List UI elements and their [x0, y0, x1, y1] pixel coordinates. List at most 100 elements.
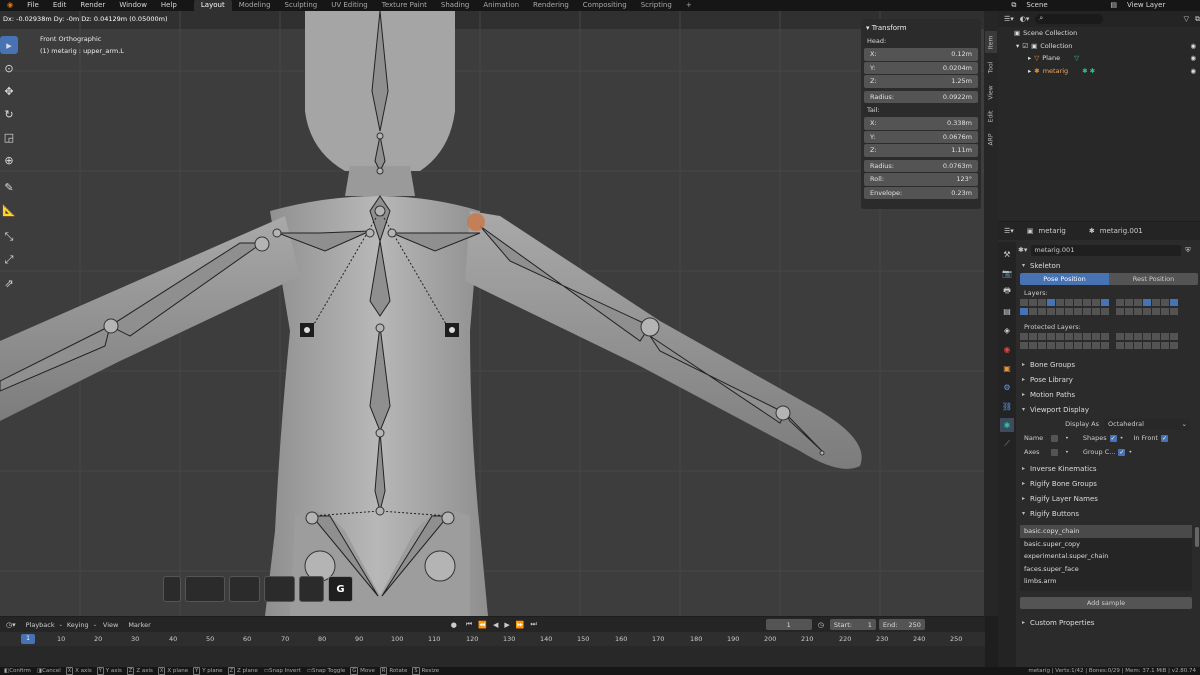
in-front-checkbox[interactable]: ✓ [1160, 434, 1168, 442]
outliner-metarig[interactable]: ▸ ✱ metarig ✱ ✱ ◉ [998, 65, 1200, 78]
move-tool-icon[interactable]: ✥ [0, 82, 18, 100]
tail-y-field[interactable]: Y: 0.0676m [864, 130, 978, 143]
expand-arrow-icon[interactable]: ▸ [1028, 54, 1031, 62]
workspace-tab-scripting[interactable]: Scripting [634, 0, 679, 11]
tool-tab-icon[interactable]: ⚒ [1000, 247, 1014, 261]
breadcrumb-data[interactable]: metarig.001 [1100, 227, 1143, 235]
render-tab-icon[interactable]: 📷 [1000, 266, 1014, 280]
tab-tool[interactable]: Tool [985, 56, 997, 78]
annotate-tool-icon[interactable]: ✎ [0, 178, 18, 196]
scale-tool-icon[interactable]: ◲ [0, 128, 18, 146]
extrude-tool-icon[interactable]: ⇗ [0, 274, 18, 292]
layers-grid[interactable] [1018, 299, 1200, 319]
workspace-tab-compositing[interactable]: Compositing [576, 0, 634, 11]
shapes-checkbox[interactable]: ✓ [1109, 434, 1117, 442]
outliner-search-field[interactable]: ⌕ [1035, 14, 1104, 24]
section-viewport-display[interactable]: ▾ Viewport Display [1018, 402, 1200, 417]
play-reverse-icon[interactable]: ◀ [490, 621, 501, 629]
current-frame-field[interactable]: 1 [765, 619, 812, 630]
rest-position-button[interactable]: Rest Position [1109, 273, 1198, 285]
playback-menu[interactable]: Playback [22, 621, 59, 629]
workspace-tab-layout[interactable]: Layout [193, 0, 232, 11]
next-keyframe-icon[interactable]: ⏩ [513, 621, 528, 629]
constraints-tab-icon[interactable]: ⛓ [1000, 399, 1014, 413]
visibility-eye-icon[interactable]: ◉ [1190, 67, 1200, 75]
view-layer-name[interactable]: View Layer [1120, 0, 1200, 11]
pose-position-button[interactable]: Pose Position [1020, 273, 1109, 285]
display-as-dropdown[interactable]: Octahedral ⌄ [1104, 418, 1190, 430]
bone-size-tool-icon[interactable]: ⤢ [0, 251, 18, 269]
tab-item[interactable]: Item [985, 31, 997, 53]
workspace-tab-shading[interactable]: Shading [434, 0, 476, 11]
head-radius-field[interactable]: Radius: 0.0922m [864, 90, 978, 103]
list-item[interactable]: faces.super_face [1020, 563, 1192, 576]
editor-type-icon[interactable]: ◷▾ [0, 621, 22, 629]
tail-x-field[interactable]: X: 0.338m [864, 117, 978, 130]
list-item[interactable]: limbs.arm [1020, 575, 1192, 588]
group-colors-checkbox[interactable]: ✓ [1118, 448, 1126, 456]
selected-joint[interactable] [467, 213, 485, 231]
menu-help[interactable]: Help [154, 0, 184, 11]
keyframe-area[interactable] [0, 646, 985, 667]
rotate-tool-icon[interactable]: ↻ [0, 105, 18, 123]
envelope-field[interactable]: Envelope: 0.23m [864, 186, 978, 199]
head-x-field[interactable]: X: 0.12m [864, 48, 978, 61]
head-y-field[interactable]: Y: 0.0204m [864, 61, 978, 74]
section-bone-groups[interactable]: ▸ Bone Groups [1018, 357, 1200, 372]
list-item[interactable]: experimental.super_chain [1020, 550, 1192, 563]
tab-edit[interactable]: Edit [985, 105, 997, 127]
checkbox-icon[interactable]: ☑ [1022, 42, 1028, 50]
section-motion-paths[interactable]: ▸ Motion Paths [1018, 387, 1200, 402]
view-layer-icon[interactable]: ▤ [1107, 0, 1120, 11]
section-rigify-layer-names[interactable]: ▸ Rigify Layer Names [1018, 491, 1200, 506]
play-icon[interactable]: ▶ [501, 621, 512, 629]
scene-icon[interactable]: ⧉ [1008, 0, 1019, 11]
section-rigify-bone-groups[interactable]: ▸ Rigify Bone Groups [1018, 476, 1200, 491]
workspace-tab-sculpting[interactable]: Sculpting [278, 0, 325, 11]
menu-window[interactable]: Window [112, 0, 154, 11]
workspace-tab-uv-editing[interactable]: UV Editing [324, 0, 375, 11]
display-mode-icon[interactable]: ◐▾ [1020, 15, 1030, 23]
outliner-scene-collection[interactable]: ▣ Scene Collection [998, 27, 1200, 40]
tab-view[interactable]: View [985, 81, 997, 103]
world-tab-icon[interactable]: ◉ [1000, 342, 1014, 356]
section-inverse-kinematics[interactable]: ▸ Inverse Kinematics [1018, 461, 1200, 476]
add-workspace-button[interactable]: + [679, 0, 699, 11]
menu-edit[interactable]: Edit [46, 0, 74, 11]
viewport-canvas[interactable] [0, 11, 985, 616]
object-tab-icon[interactable]: ▣ [1000, 361, 1014, 375]
frame-ruler[interactable]: 1 10 20 30 40 50 60 70 80 90 100 110 120… [0, 632, 985, 646]
expand-arrow-icon[interactable]: ▾ [1016, 42, 1019, 50]
section-rigify-buttons[interactable]: ▾ Rigify Buttons [1018, 506, 1200, 521]
expand-arrow-icon[interactable]: ▸ [1028, 67, 1031, 75]
tab-arp[interactable]: ARP [985, 128, 997, 150]
name-checkbox[interactable] [1051, 434, 1058, 442]
section-pose-library[interactable]: ▸ Pose Library [1018, 372, 1200, 387]
menu-render[interactable]: Render [73, 0, 112, 11]
tail-radius-field[interactable]: Radius: 0.0763m [864, 159, 978, 172]
add-sample-button[interactable]: Add sample [1020, 597, 1192, 609]
fake-user-icon[interactable]: ⛨ [1185, 246, 1190, 255]
section-custom-properties[interactable]: ▸ Custom Properties [1018, 615, 1200, 630]
axes-checkbox[interactable] [1051, 448, 1058, 456]
3d-viewport[interactable]: Dx: -0.02938m Dy: -0m Dz: 0.04129m (0.05… [0, 11, 985, 616]
transform-tool-icon[interactable]: ⊕ [0, 151, 18, 169]
jump-end-icon[interactable]: ⏭ [527, 620, 539, 629]
rig-types-list[interactable]: basic.copy_chain basic.super_copy experi… [1020, 525, 1199, 591]
bone-roll-tool-icon[interactable]: ⤡ [0, 228, 18, 246]
editor-type-icon[interactable]: ☰▾ [1004, 15, 1014, 23]
section-skeleton[interactable]: ▾ Skeleton [1018, 258, 1200, 273]
playhead[interactable]: 1 [21, 634, 35, 644]
outliner-collection[interactable]: ▾ ☑ ▣ Collection ◉ [998, 40, 1200, 53]
visibility-eye-icon[interactable]: ◉ [1190, 42, 1200, 50]
prev-keyframe-icon[interactable]: ⏪ [475, 621, 490, 629]
start-frame-field[interactable]: Start: 1 [829, 619, 876, 630]
filter-icon[interactable]: ▽ [1184, 15, 1189, 23]
new-collection-icon[interactable]: ⧉ [1195, 15, 1200, 24]
view-layer-tab-icon[interactable]: ▤ [1000, 304, 1014, 318]
view-menu[interactable]: View [97, 621, 124, 629]
armature-data-tab-icon[interactable]: ✱ [1000, 418, 1014, 432]
cursor-tool-icon[interactable]: ⊙ [0, 59, 18, 77]
workspace-tab-modeling[interactable]: Modeling [232, 0, 278, 11]
outliner-plane[interactable]: ▸ ▽ Plane ▽ ◉ [998, 52, 1200, 65]
